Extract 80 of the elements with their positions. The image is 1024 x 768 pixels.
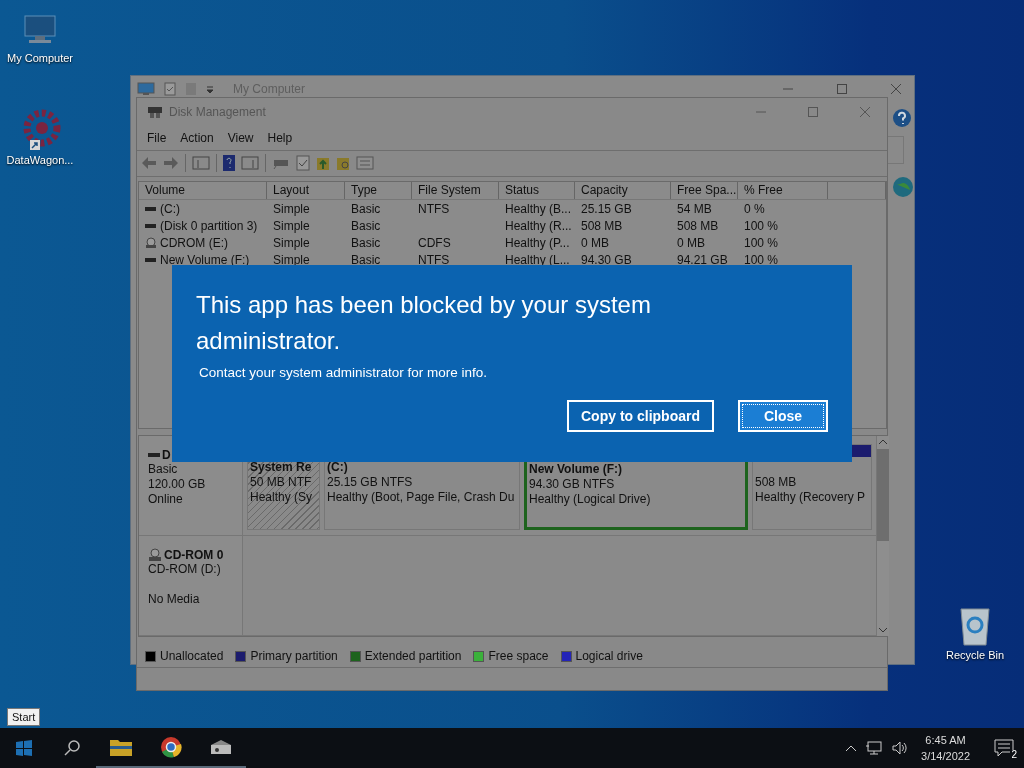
- table-cell: (Disk 0 partition 3): [160, 218, 258, 233]
- table-cell: 25.15 GB: [581, 201, 632, 216]
- legend-label: Unallocated: [160, 649, 224, 664]
- partition-size: 94.30 GB NTFS: [529, 477, 616, 493]
- legend-label: Extended partition: [364, 649, 462, 664]
- disk-name: CD-ROM 0: [164, 548, 224, 563]
- clock[interactable]: 6:45 AM 3/14/2022: [921, 732, 970, 764]
- desktop-icon[interactable]: Recycle Bin: [935, 603, 1015, 661]
- column-header[interactable]: Free Spa...: [671, 182, 738, 200]
- table-cell: (C:): [160, 201, 180, 216]
- column-header[interactable]: Capacity: [575, 182, 671, 200]
- menu-item[interactable]: File: [141, 128, 173, 147]
- table-cell: Basic: [351, 218, 381, 233]
- tooltip: Start: [7, 708, 41, 726]
- disk-info: 120.00 GB: [148, 477, 207, 493]
- column-header[interactable]: Layout: [267, 182, 345, 200]
- partition-name: (C:): [327, 460, 349, 476]
- table-cell: Simple: [273, 235, 310, 250]
- table-cell: Simple: [273, 252, 310, 267]
- partition-size: 50 MB NTF: [250, 475, 313, 491]
- column-header[interactable]: File System: [412, 182, 499, 200]
- desktop-icon-label: DataWagon...: [6, 154, 74, 166]
- table-cell: Basic: [351, 201, 381, 216]
- table-cell: 100 %: [744, 218, 779, 233]
- table-cell: NTFS: [418, 252, 450, 267]
- table-cell: 100 %: [744, 235, 779, 250]
- table-cell: 100 %: [744, 252, 779, 267]
- partition-status: Healthy (Logical Drive): [529, 492, 652, 508]
- partition-name: New Volume (F:): [529, 462, 624, 478]
- desktop-icon-label: My Computer: [7, 52, 73, 64]
- table-cell: Simple: [273, 201, 310, 216]
- disk-status: No Media: [148, 592, 201, 608]
- clock-date: 3/14/2022: [921, 749, 970, 764]
- dialog-button[interactable]: Close: [738, 400, 828, 432]
- partition-status: Healthy (Sy: [250, 490, 314, 506]
- table-cell: Simple: [273, 218, 310, 233]
- partition-name: System Re: [250, 460, 313, 476]
- menu-item[interactable]: View: [221, 128, 260, 147]
- table-cell: CDROM (E:): [160, 235, 228, 250]
- column-header[interactable]: Status: [499, 182, 575, 200]
- dialog-message: Contact your system administrator for more info.: [199, 365, 489, 380]
- table-cell: Basic: [351, 235, 381, 250]
- menu-item[interactable]: Action: [174, 128, 220, 147]
- table-cell: NTFS: [418, 201, 450, 216]
- partition-status: Healthy (Boot, Page File, Crash Du: [327, 490, 516, 506]
- table-cell: 0 %: [744, 201, 765, 216]
- table-cell: Healthy (P...: [505, 235, 570, 250]
- column-header[interactable]: Volume: [139, 182, 267, 200]
- partition-size: 508 MB: [755, 475, 798, 491]
- disk-name: D: [162, 448, 171, 463]
- desktop-icon[interactable]: My Computer: [0, 10, 80, 64]
- disk-info: CD-ROM (D:): [148, 562, 222, 578]
- dialog-title: This app has been blocked by your system administrator.: [196, 290, 652, 356]
- table-cell: 508 MB: [677, 218, 719, 233]
- partition-status: Healthy (Recovery P: [755, 490, 867, 506]
- desktop-icon[interactable]: DataWagon...: [0, 108, 80, 166]
- table-cell: Basic: [351, 252, 381, 267]
- table-cell: 508 MB: [581, 218, 623, 233]
- desktop-icon-label: Recycle Bin: [945, 649, 1005, 661]
- column-header[interactable]: Type: [345, 182, 412, 200]
- legend-label: Free space: [488, 649, 549, 664]
- dialog-button[interactable]: Copy to clipboard: [567, 400, 714, 432]
- table-cell: Healthy (R...: [505, 218, 572, 233]
- disk-info: Basic: [148, 462, 179, 478]
- column-header[interactable]: % Free: [738, 182, 828, 200]
- table-cell: 54 MB: [677, 201, 712, 216]
- table-cell: 94.21 GB: [677, 252, 728, 267]
- table-cell: CDFS: [418, 235, 451, 250]
- notification-button[interactable]: 2: [984, 728, 1024, 768]
- disk-info: Online: [148, 492, 184, 508]
- legend-label: Logical drive: [575, 649, 643, 664]
- legend-label: Primary partition: [250, 649, 338, 664]
- notification-count: 2: [1010, 750, 1018, 760]
- table-cell: 0 MB: [677, 235, 705, 250]
- clock-time: 6:45 AM: [925, 733, 966, 748]
- menu-item[interactable]: Help: [261, 128, 299, 147]
- table-cell: Healthy (B...: [505, 201, 572, 216]
- table-cell: 0 MB: [581, 235, 609, 250]
- table-cell: 94.30 GB: [581, 252, 632, 267]
- partition-size: 25.15 GB NTFS: [327, 475, 414, 491]
